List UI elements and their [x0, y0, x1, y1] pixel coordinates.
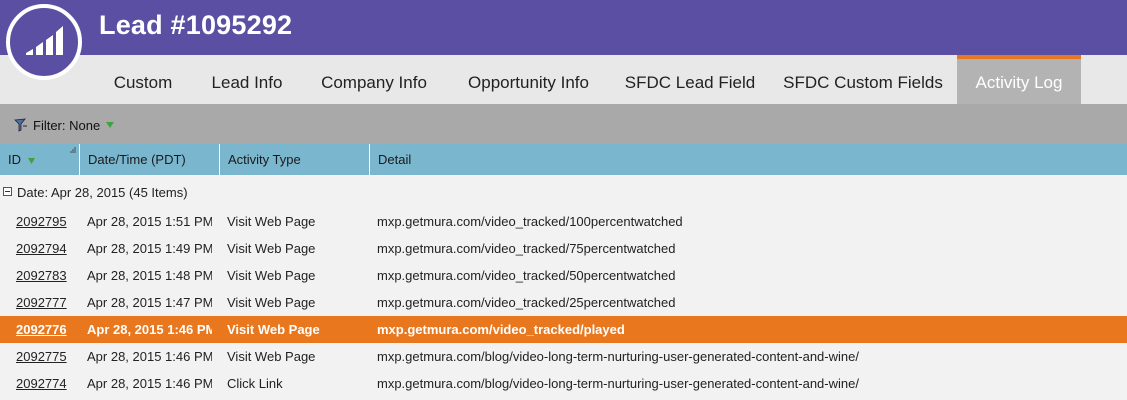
activity-id-link[interactable]: 2092776 [16, 316, 67, 343]
detail-cell: mxp.getmura.com/video_tracked/100percent… [377, 214, 683, 229]
datetime-cell: Apr 28, 2015 1:49 PM [87, 241, 212, 256]
activity-type-cell: Visit Web Page [227, 322, 320, 337]
column-header-datetime[interactable]: Date/Time (PDT) [80, 144, 220, 175]
column-header-label: ID [8, 152, 21, 167]
detail-cell: mxp.getmura.com/video_tracked/25percentw… [377, 295, 676, 310]
tab-sfdc-lead-field[interactable]: SFDC Lead Field [615, 55, 765, 104]
datetime-cell: Apr 28, 2015 1:48 PM [87, 268, 212, 283]
filter-button[interactable]: Filter: None [14, 116, 115, 134]
detail-cell: mxp.getmura.com/blog/video-long-term-nur… [377, 349, 859, 364]
sort-down-icon [27, 158, 35, 164]
table-row[interactable]: 2092794 Apr 28, 2015 1:49 PM Visit Web P… [0, 235, 1127, 262]
activity-id-link[interactable]: 2092795 [16, 208, 67, 235]
table-row-selected[interactable]: 2092776 Apr 28, 2015 1:46 PM Visit Web P… [0, 316, 1127, 343]
tab-custom[interactable]: Custom [99, 55, 187, 104]
activity-type-cell: Visit Web Page [227, 295, 316, 310]
table-row[interactable]: 2092777 Apr 28, 2015 1:47 PM Visit Web P… [0, 289, 1127, 316]
activity-type-cell: Click Link [227, 376, 283, 391]
activity-type-cell: Visit Web Page [227, 241, 316, 256]
activity-table-body: 2092795 Apr 28, 2015 1:51 PM Visit Web P… [0, 208, 1127, 400]
funnel-icon [14, 118, 27, 132]
activity-id-link[interactable]: 2092783 [16, 262, 67, 289]
table-row[interactable]: 2092774 Apr 28, 2015 1:46 PM Click Link … [0, 370, 1127, 397]
tab-bar: Custom Lead Info Company Info Opportunit… [0, 55, 1127, 104]
collapse-minus-icon[interactable] [3, 187, 12, 196]
detail-cell: mxp.getmura.com/video_tracked/played [377, 322, 625, 337]
datetime-cell: Apr 28, 2015 1:47 PM [87, 295, 212, 310]
activity-id-link[interactable]: 2092774 [16, 370, 67, 397]
datetime-cell: Apr 28, 2015 1:46 PM [87, 322, 212, 337]
column-header-label: Activity Type [228, 152, 301, 167]
table-row[interactable]: 2092783 Apr 28, 2015 1:48 PM Visit Web P… [0, 262, 1127, 289]
column-header-activity-type[interactable]: Activity Type [220, 144, 370, 175]
column-menu-grip-icon[interactable] [69, 146, 77, 154]
datetime-cell: Apr 28, 2015 1:51 PM [87, 214, 212, 229]
column-header-detail[interactable]: Detail [370, 144, 1127, 175]
marketo-logo[interactable] [6, 4, 82, 80]
activity-id-link[interactable]: 2092775 [16, 343, 67, 370]
table-row[interactable]: 2092775 Apr 28, 2015 1:46 PM Visit Web P… [0, 343, 1127, 370]
page-title: Lead #1095292 [99, 10, 293, 40]
activity-id-link[interactable]: 2092777 [16, 289, 67, 316]
column-header-label: Detail [378, 152, 412, 167]
column-header-id[interactable]: ID [0, 144, 80, 175]
activity-type-cell: Visit Web Page [227, 268, 316, 283]
column-header-label: Date/Time (PDT) [88, 152, 186, 167]
activity-type-cell: Visit Web Page [227, 214, 316, 229]
filter-bar: Filter: None [0, 104, 1127, 144]
group-label: Date: Apr 28, 2015 (45 Items) [17, 185, 188, 200]
datetime-cell: Apr 28, 2015 1:46 PM [87, 349, 212, 364]
detail-cell: mxp.getmura.com/blog/video-long-term-nur… [377, 376, 859, 391]
tab-lead-info[interactable]: Lead Info [192, 55, 302, 104]
triangle-down-icon [106, 122, 115, 128]
datetime-cell: Apr 28, 2015 1:46 PM [87, 376, 212, 391]
activity-type-cell: Visit Web Page [227, 349, 316, 364]
group-row: Date: Apr 28, 2015 (45 Items) [0, 175, 1127, 208]
detail-cell: mxp.getmura.com/video_tracked/75percentw… [377, 241, 676, 256]
tab-activity-log[interactable]: Activity Log [957, 55, 1081, 104]
tab-sfdc-custom-fields[interactable]: SFDC Custom Fields [773, 55, 953, 104]
filter-label: Filter: None [33, 117, 101, 133]
marketo-bars-icon [26, 26, 63, 55]
tab-company-info[interactable]: Company Info [305, 55, 443, 104]
tab-opportunity-info[interactable]: Opportunity Info [450, 55, 607, 104]
column-header-row: ID Date/Time (PDT) Activity Type Detail [0, 144, 1127, 175]
activity-id-link[interactable]: 2092794 [16, 235, 67, 262]
table-row[interactable]: 2092795 Apr 28, 2015 1:51 PM Visit Web P… [0, 208, 1127, 235]
detail-cell: mxp.getmura.com/video_tracked/50percentw… [377, 268, 676, 283]
